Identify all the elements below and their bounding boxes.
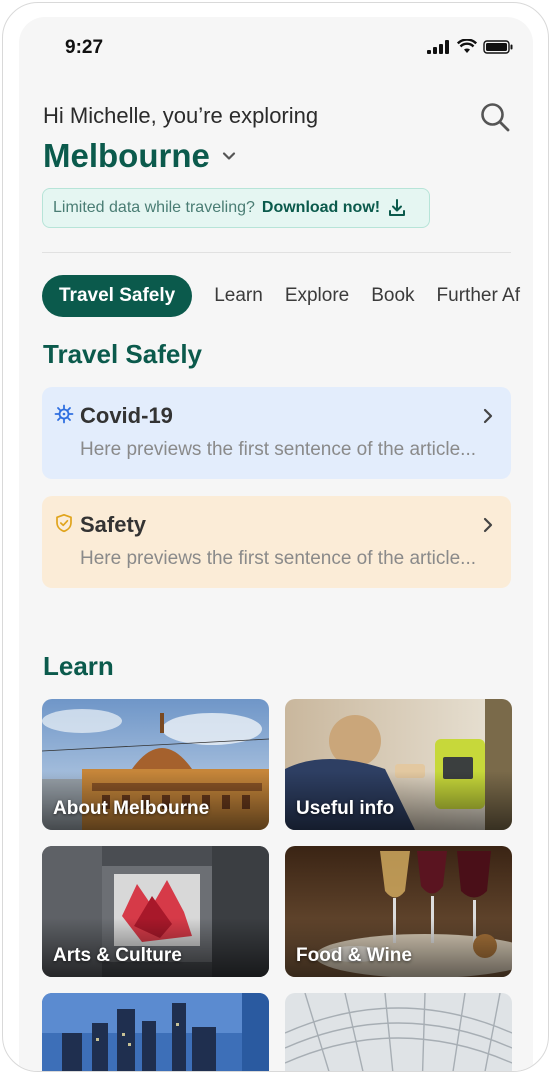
tile-label: Food & Wine <box>296 945 412 966</box>
chevron-down-icon <box>222 152 235 160</box>
learn-tile-architecture[interactable] <box>285 993 512 1071</box>
tile-label: About Melbourne <box>53 798 210 819</box>
app-screen: 9:27 Hi Michelle, you’re exploring Melbo… <box>19 17 533 1071</box>
chevron-right-icon <box>483 517 493 533</box>
covid-card-title: Covid-19 <box>80 403 173 428</box>
learn-tile-skyline[interactable] <box>42 993 269 1071</box>
safety-card[interactable]: Safety Here previews the first sentence … <box>42 496 511 588</box>
shield-check-icon <box>56 513 72 533</box>
city-skyline-image <box>42 993 269 1071</box>
safety-card-preview: Here previews the first sentence of the … <box>80 548 477 569</box>
status-time: 9:27 <box>65 37 104 58</box>
learn-tile-useful-info[interactable]: Useful info <box>285 699 512 830</box>
download-icon <box>389 199 406 216</box>
search-icon[interactable] <box>479 101 511 133</box>
city-selector[interactable]: Melbourne <box>43 137 238 175</box>
tab-book[interactable]: Book <box>371 285 414 307</box>
signal-icon <box>427 39 449 54</box>
greeting-text: Hi Michelle, you’re exploring <box>43 103 319 128</box>
tab-travel-safely[interactable]: Travel Safely <box>42 275 193 317</box>
divider <box>42 252 511 253</box>
architecture-image <box>285 993 512 1071</box>
battery-icon <box>483 39 513 54</box>
learn-heading: Learn <box>43 651 114 681</box>
virus-icon <box>54 404 74 424</box>
chevron-right-icon <box>483 408 493 424</box>
city-name: Melbourne <box>43 137 210 174</box>
tab-explore[interactable]: Explore <box>285 285 349 307</box>
travel-safely-heading: Travel Safely <box>43 339 202 369</box>
safety-card-title: Safety <box>80 512 147 537</box>
tab-learn[interactable]: Learn <box>214 285 263 307</box>
status-icons <box>427 39 513 54</box>
covid-card[interactable]: Covid-19 Here previews the first sentenc… <box>42 387 511 479</box>
tile-label: Arts & Culture <box>53 945 182 966</box>
phone-frame: 9:27 Hi Michelle, you’re exploring Melbo… <box>2 2 549 1072</box>
covid-card-preview: Here previews the first sentence of the … <box>80 439 477 460</box>
tab-further[interactable]: Further Af <box>437 285 520 307</box>
learn-tile-food-wine[interactable]: Food & Wine <box>285 846 512 977</box>
category-tabs: Travel Safely Learn Explore Book Further… <box>42 275 533 317</box>
tile-label: Useful info <box>296 798 395 819</box>
offline-download-banner[interactable]: Limited data while traveling? Download n… <box>42 188 430 228</box>
wifi-icon <box>457 39 477 53</box>
learn-tile-about-melbourne[interactable]: About Melbourne <box>42 699 269 830</box>
status-bar: 9:27 <box>19 17 533 77</box>
download-now-link[interactable]: Download now! <box>262 199 380 217</box>
learn-tile-arts-culture[interactable]: Arts & Culture <box>42 846 269 977</box>
banner-text: Limited data while traveling? <box>53 199 255 216</box>
